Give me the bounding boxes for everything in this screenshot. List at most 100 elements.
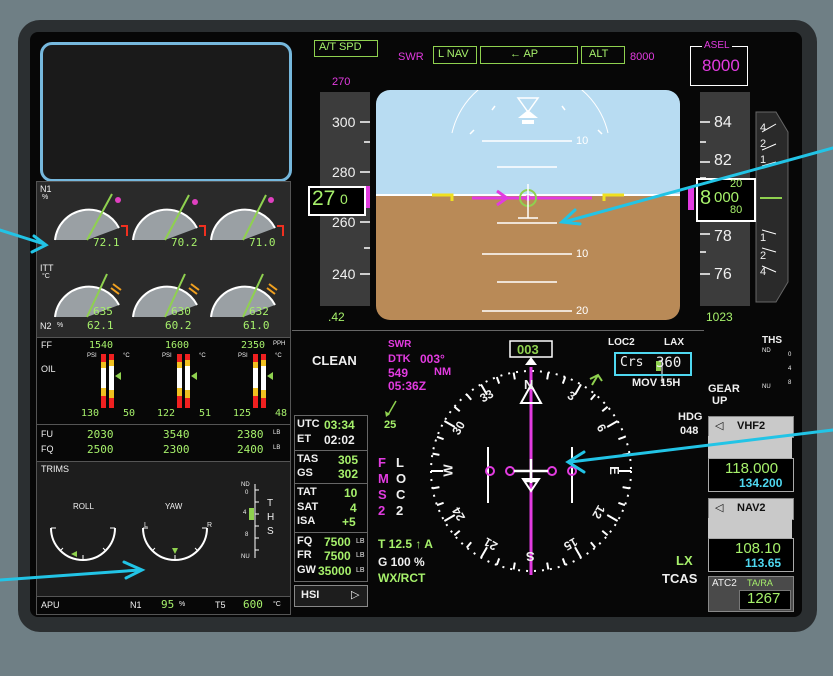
- compass-tick: [453, 530, 461, 537]
- compass-label-w: W: [440, 464, 456, 477]
- compass-tick: [495, 558, 501, 566]
- radio-panel: ND 0 4 8 NU ◁ VHF2 118.000 134.200 ◁ NAV…: [706, 330, 797, 614]
- trim-scale-4: 4: [243, 510, 247, 516]
- ths-letter-t: T: [267, 498, 274, 509]
- speed-readout: 27: [312, 187, 336, 210]
- compass-tick: [601, 530, 609, 537]
- gw-label: GW: [297, 564, 316, 576]
- vhf-button[interactable]: ◁ VHF2: [708, 416, 794, 438]
- oil-bar-group-3: [253, 354, 273, 408]
- isa-label: ISA: [297, 515, 316, 527]
- oil-bar-group-2: [177, 354, 197, 408]
- wx-line: WX/RCT: [378, 571, 426, 585]
- n2-value-1: 62.1: [87, 319, 114, 332]
- compass-tick: [561, 376, 567, 384]
- utc-value: 03:34: [324, 418, 355, 432]
- alt-tick-76: 76: [714, 266, 732, 283]
- apu-n1-unit: %: [179, 601, 186, 608]
- tas-label: TAS: [297, 453, 319, 465]
- loc-letter-2: 2: [396, 503, 404, 518]
- compass-tick: [546, 372, 550, 380]
- fu-label: FU: [41, 429, 53, 439]
- fms-letter-m: M: [378, 471, 389, 486]
- pfd-panel: A/T SPD SWR L NAV ← AP ALT 8000 ASEL 800…: [292, 38, 797, 328]
- altitude-readout-below: 80: [730, 204, 743, 216]
- nav-label: NAV2: [737, 502, 766, 514]
- hsi-button[interactable]: HSI ▷: [294, 585, 368, 607]
- compass-tick: [512, 562, 516, 570]
- hsi-button-label: HSI: [301, 589, 320, 601]
- compass-tick: [606, 514, 619, 522]
- nav-button[interactable]: ◁ NAV2: [708, 498, 794, 520]
- fq-mfd-value: 7500: [324, 535, 351, 549]
- vhf-blank-area: [708, 436, 792, 458]
- n2-value-3: 61.0: [243, 319, 270, 332]
- fq-value-3: 2400: [237, 443, 264, 456]
- flight-data-block: UTC 03:34 ET 02:02 TAS 305 GS 302 TAT 10…: [294, 415, 368, 583]
- nav-blank-area: [708, 518, 792, 538]
- trim-nu-label: NU: [241, 554, 250, 560]
- vsi-tick-2-up: 2: [760, 138, 767, 150]
- vsi-tick-2-down: 2: [760, 250, 767, 262]
- compass-tick: [618, 501, 626, 507]
- speed-readout-small: 0: [340, 191, 348, 207]
- hdg-label: HDG: [678, 411, 703, 423]
- n2-unit: %: [57, 322, 64, 329]
- sat-value: 4: [350, 501, 357, 515]
- oil-psi-2: 122: [157, 408, 176, 419]
- trim-scale-8: 8: [245, 532, 249, 538]
- n1-value-1: 72.1: [93, 236, 120, 249]
- vhf-frequency-box[interactable]: 118.000 134.200: [708, 458, 794, 492]
- baro-setting: 1023: [706, 310, 733, 324]
- trim-nd-label: ND: [241, 482, 250, 488]
- n1-dial-1: [54, 193, 128, 241]
- tat-value: 10: [344, 486, 358, 500]
- compass-tick: [512, 372, 516, 380]
- gain-line: G 100 %: [378, 555, 425, 569]
- fu-unit: LB: [273, 430, 281, 436]
- compass-tick: [590, 393, 597, 401]
- ths-scale-8: 8: [788, 380, 792, 386]
- et-value: 02:02: [324, 433, 355, 447]
- mfd-panel: CLEAN SWR DTK 003° 549 NM 05:36Z 25 003 …: [292, 330, 782, 615]
- sat-label: SAT: [297, 501, 319, 513]
- oil-temp-3: 48: [275, 408, 288, 419]
- trim-scale-0: 0: [245, 490, 249, 496]
- nav-arrow-icon: ◁: [715, 502, 724, 514]
- apu-n1-value: 95: [161, 598, 175, 611]
- loc-letter-o: O: [396, 471, 407, 486]
- loc-dest: LAX: [664, 337, 684, 348]
- n2-label: N2: [40, 321, 52, 331]
- gs-value: 302: [338, 467, 359, 481]
- vhf-standby-frequency: 134.200: [739, 476, 783, 490]
- trim-scales: [50, 484, 259, 561]
- vsi-tick-4-up: 4: [760, 122, 767, 134]
- loc-letter-c: C: [396, 487, 406, 502]
- pitch-label-20-down: 20: [576, 305, 589, 317]
- oil-psi-1: 130: [81, 408, 100, 419]
- oil-temp-1: 50: [123, 408, 136, 419]
- nav-frequency-box[interactable]: 108.10 113.65: [708, 538, 794, 572]
- atc-label: ATC2: [712, 578, 737, 589]
- fq-mfd-unit: LB: [356, 538, 365, 545]
- vsi-tick-1-down: 1: [760, 232, 767, 244]
- trims-panel: TRIMS ROLL YAW L R ND NU 0 4 8 T H S: [36, 461, 291, 597]
- hdg-bug-readout: 003: [517, 342, 539, 357]
- vsi-tick-1-up: 1: [760, 154, 767, 166]
- compass-tick: [622, 486, 630, 490]
- fu-value-1: 2030: [87, 428, 114, 441]
- oil-temp-2: 51: [199, 408, 212, 419]
- fr-unit: LB: [356, 552, 365, 559]
- apu-t5-label: T5: [215, 600, 226, 610]
- apu-n1-label: N1: [130, 600, 142, 610]
- atc-box[interactable]: ATC2 TA/RA 1267: [708, 576, 794, 612]
- compass-tick: [546, 562, 550, 570]
- roll-trim-pointer: [71, 551, 77, 557]
- loc-label: LOC2: [608, 337, 635, 348]
- speed-tick-240: 240: [332, 266, 356, 282]
- altitude-target-bug: [688, 188, 694, 210]
- compass-tick: [465, 393, 472, 401]
- alt-tick-84: 84: [714, 114, 732, 131]
- tat-label: TAT: [297, 486, 317, 498]
- compass-tick: [622, 452, 630, 456]
